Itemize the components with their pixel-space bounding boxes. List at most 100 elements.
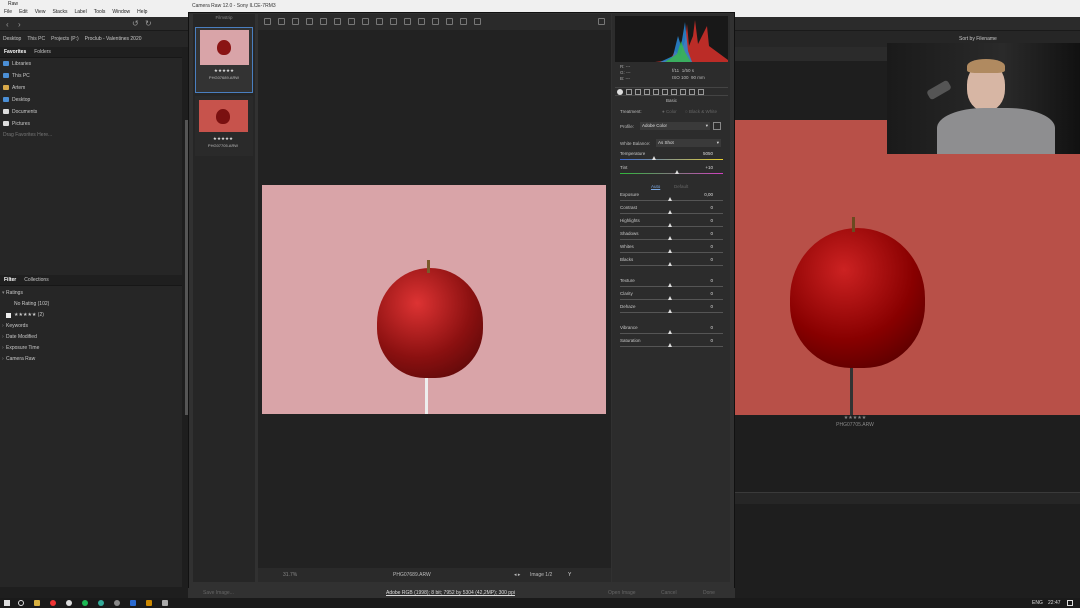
checkbox-checked-icon[interactable] <box>6 313 11 318</box>
red-eye-icon[interactable] <box>390 18 397 25</box>
tone-curve-tab-icon[interactable] <box>626 89 632 95</box>
calibration-tab-icon[interactable] <box>680 89 686 95</box>
filter-exposure-time[interactable]: › Exposure Time <box>0 343 182 354</box>
slider-value[interactable]: 0 <box>710 257 713 262</box>
slider-value[interactable]: 0 <box>710 291 713 296</box>
rotate-right-icon[interactable]: ↻ <box>145 19 152 28</box>
prev-next-arrows-icon[interactable]: ◂ ▸ <box>514 568 520 582</box>
cancel-button[interactable]: Cancel <box>661 588 677 598</box>
back-arrow-icon[interactable]: ‹ <box>6 20 9 29</box>
menu-edit[interactable]: Edit <box>19 9 28 15</box>
breadcrumb-folder[interactable]: Proclub - Valentines 2020 <box>85 36 142 42</box>
menu-window[interactable]: Window <box>112 9 130 15</box>
clarity-slider[interactable]: Clarity 0 <box>617 291 723 304</box>
filter-ratings[interactable]: ▾ Ratings <box>0 288 182 299</box>
windows-start-icon[interactable] <box>4 600 10 606</box>
crop-tool-icon[interactable] <box>334 18 341 25</box>
slider-thumb[interactable] <box>675 170 679 174</box>
menu-label[interactable]: Label <box>74 9 86 15</box>
menu-stacks[interactable]: Stacks <box>52 9 67 15</box>
thumb-item[interactable]: ★★★★★ PHG07705.ARW <box>195 96 253 156</box>
slider-thumb[interactable] <box>668 249 672 253</box>
effects-tab-icon[interactable] <box>671 89 677 95</box>
white-balance-tool-icon[interactable] <box>292 18 299 25</box>
breadcrumb-this-pc[interactable]: This PC <box>27 36 45 42</box>
slider-value[interactable]: 0 <box>710 338 713 343</box>
graduated-filter-icon[interactable] <box>418 18 425 25</box>
blacks-slider[interactable]: Blacks 0 <box>617 257 723 270</box>
preferences-icon[interactable] <box>446 18 453 25</box>
lens-tab-icon[interactable] <box>662 89 668 95</box>
tab-folders[interactable]: Folders <box>34 49 51 55</box>
vibrance-slider[interactable]: Vibrance 0 <box>617 325 723 338</box>
tint-slider[interactable]: Tint +10 <box>617 165 723 178</box>
filter-date-modified[interactable]: › Date Modified <box>0 332 182 343</box>
zoom-level[interactable]: 31.7% <box>283 568 297 582</box>
filter-keywords[interactable]: › Keywords <box>0 321 182 332</box>
dehaze-slider[interactable]: Dehaze 0 <box>617 304 723 317</box>
slider-thumb[interactable] <box>668 309 672 313</box>
favorite-documents[interactable]: Documents <box>0 106 182 118</box>
contrast-slider[interactable]: Contrast 0 <box>617 205 723 218</box>
rotate-left-icon[interactable]: ↺ <box>132 19 139 28</box>
slider-value[interactable]: 0 <box>710 304 713 309</box>
rotate-left-icon[interactable] <box>460 18 467 25</box>
fullscreen-icon[interactable] <box>598 18 605 25</box>
favorite-pictures[interactable]: Pictures <box>0 118 182 130</box>
presets-tab-icon[interactable] <box>689 89 695 95</box>
detail-tab-icon[interactable] <box>635 89 641 95</box>
preview-stars[interactable]: ★★★★★ <box>735 415 975 422</box>
breadcrumb-desktop[interactable]: Desktop <box>3 36 21 42</box>
chrome-icon[interactable] <box>50 600 56 606</box>
menu-help[interactable]: Help <box>137 9 147 15</box>
breadcrumb-projects[interactable]: Projects (P:) <box>51 36 79 42</box>
slider-value[interactable]: 0 <box>710 218 713 223</box>
menu-file[interactable]: File <box>4 9 12 15</box>
slider-value[interactable]: 0,00 <box>704 192 713 197</box>
default-button[interactable]: Default <box>674 184 688 189</box>
slider-value[interactable]: 0 <box>710 244 713 249</box>
notification-icon[interactable] <box>1067 600 1073 606</box>
slider-thumb[interactable] <box>668 262 672 266</box>
tab-collections[interactable]: Collections <box>24 277 48 283</box>
targeted-adjustment-icon[interactable] <box>320 18 327 25</box>
workflow-options-link[interactable]: Adobe RGB (1998); 8 bit; 7952 by 5304 (4… <box>386 588 515 598</box>
whites-slider[interactable]: Whites 0 <box>617 244 723 257</box>
file-explorer-icon[interactable] <box>34 600 40 606</box>
app-icon[interactable] <box>162 600 168 606</box>
slider-thumb[interactable] <box>668 223 672 227</box>
done-button[interactable]: Done <box>703 588 715 598</box>
slider-value[interactable]: 5050 <box>703 151 713 156</box>
before-after-icon[interactable]: Y <box>568 568 571 582</box>
spot-removal-icon[interactable] <box>376 18 383 25</box>
adjustment-brush-icon[interactable] <box>404 18 411 25</box>
zoom-tool-icon[interactable] <box>264 18 271 25</box>
slider-thumb[interactable] <box>668 296 672 300</box>
slider-value[interactable]: 0 <box>710 325 713 330</box>
bridge-icon[interactable] <box>146 600 152 606</box>
snapshots-tab-icon[interactable] <box>698 89 704 95</box>
slider-value[interactable]: 0 <box>710 231 713 236</box>
clock[interactable]: 22:47 <box>1048 598 1061 608</box>
app-icon[interactable] <box>98 600 104 606</box>
save-image-button[interactable]: Save Image... <box>203 588 234 598</box>
split-toning-tab-icon[interactable] <box>653 89 659 95</box>
forward-arrow-icon[interactable]: › <box>18 20 21 29</box>
hsl-tab-icon[interactable] <box>644 89 650 95</box>
favorite-desktop[interactable]: Desktop <box>0 94 182 106</box>
filter-camera-raw[interactable]: › Camera Raw <box>0 354 182 365</box>
slider-value[interactable]: +10 <box>705 165 713 170</box>
slider-thumb[interactable] <box>668 197 672 201</box>
tab-favorites[interactable]: Favorites <box>4 49 26 55</box>
language-indicator[interactable]: ENG <box>1032 598 1043 608</box>
menu-tools[interactable]: Tools <box>94 9 106 15</box>
search-icon[interactable] <box>18 600 24 606</box>
slider-thumb[interactable] <box>668 236 672 240</box>
app-icon[interactable] <box>66 600 72 606</box>
slider-value[interactable]: 0 <box>710 278 713 283</box>
profile-dropdown[interactable]: Adobe Color ▾ <box>640 122 710 130</box>
slider-thumb[interactable] <box>668 330 672 334</box>
texture-slider[interactable]: Texture 0 <box>617 278 723 291</box>
radial-filter-icon[interactable] <box>432 18 439 25</box>
filter-no-rating[interactable]: No Rating (102) <box>0 299 182 310</box>
